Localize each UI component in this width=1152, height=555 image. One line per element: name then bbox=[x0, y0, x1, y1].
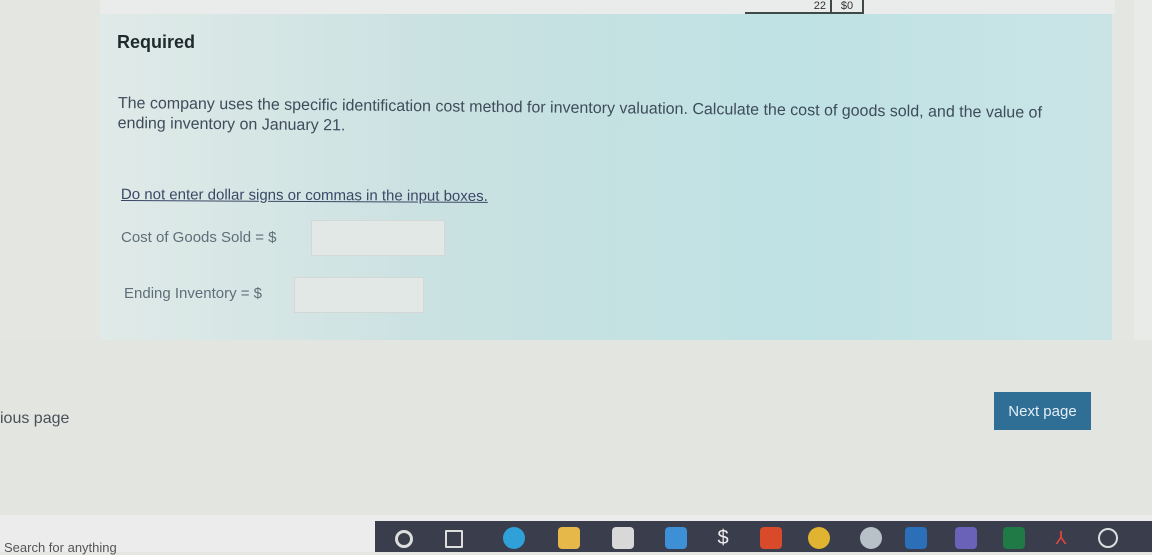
help-icon[interactable] bbox=[1098, 528, 1118, 548]
app-icon-2[interactable] bbox=[860, 527, 882, 549]
top-table-strip: 22 $0 bbox=[100, 0, 1115, 14]
chrome-icon[interactable] bbox=[808, 527, 830, 549]
table-cell: $0 bbox=[832, 0, 864, 14]
table-cell: 22 bbox=[745, 0, 832, 14]
taskbar-search-hint[interactable]: Search for anything bbox=[4, 540, 117, 555]
section-heading: Required bbox=[117, 32, 196, 52]
instruction-note: Do not enter dollar signs or commas in t… bbox=[120, 186, 488, 205]
cortana-icon[interactable] bbox=[395, 530, 413, 548]
cogs-label: Cost of Goods Sold = $ bbox=[121, 229, 277, 246]
ending-inventory-input[interactable] bbox=[294, 277, 424, 313]
next-page-button[interactable]: Next page bbox=[994, 392, 1091, 430]
teams-icon[interactable] bbox=[955, 527, 977, 549]
ending-inventory-label: Ending Inventory = $ bbox=[124, 285, 263, 302]
edge-icon[interactable] bbox=[503, 527, 525, 549]
excel-icon[interactable] bbox=[1003, 527, 1025, 549]
file-explorer-icon[interactable] bbox=[558, 527, 580, 549]
table-cell-value: 22 bbox=[813, 0, 826, 12]
app-icon[interactable]: $ bbox=[712, 527, 734, 549]
previous-page-link[interactable]: ious page bbox=[0, 410, 69, 428]
lower-area bbox=[0, 340, 1152, 515]
mail-icon[interactable] bbox=[665, 527, 687, 549]
task-view-icon[interactable] bbox=[445, 530, 463, 548]
office-icon[interactable] bbox=[760, 527, 782, 549]
acrobat-icon[interactable]: ⅄ bbox=[1050, 527, 1072, 549]
table-cell-value: $0 bbox=[840, 0, 854, 12]
cogs-input[interactable] bbox=[311, 220, 445, 256]
store-icon[interactable] bbox=[612, 527, 634, 549]
outlook-icon[interactable] bbox=[905, 527, 927, 549]
